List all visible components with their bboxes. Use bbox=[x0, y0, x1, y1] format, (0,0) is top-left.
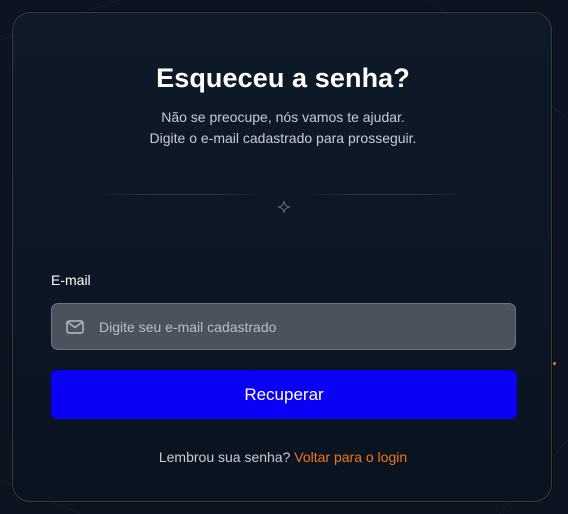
footer-prompt: Lembrou sua senha? bbox=[158, 449, 291, 465]
email-input-container[interactable] bbox=[51, 303, 516, 350]
forgot-password-card: Esqueceu a senha? Não se preocupe, nós v… bbox=[12, 12, 552, 502]
subtitle-line-1: Não se preocupe, nós vamos te ajudar. bbox=[161, 109, 405, 125]
email-label: E-mail bbox=[51, 272, 91, 288]
divider-line-left bbox=[101, 194, 261, 195]
divider-line-right bbox=[309, 194, 465, 195]
sparkle-icon bbox=[277, 200, 291, 214]
mail-icon bbox=[66, 319, 84, 334]
background-accent-dot bbox=[553, 362, 556, 365]
email-input[interactable] bbox=[97, 317, 515, 336]
subtitle-line-2: Digite o e-mail cadastrado para prossegu… bbox=[149, 130, 417, 146]
recover-button[interactable]: Recuperar bbox=[51, 370, 517, 419]
page-title: Esqueceu a senha? bbox=[156, 63, 410, 93]
back-to-login-link[interactable]: Voltar para o login bbox=[294, 449, 407, 465]
footer-text: Lembrou sua senha? Voltar para o login bbox=[13, 449, 553, 465]
